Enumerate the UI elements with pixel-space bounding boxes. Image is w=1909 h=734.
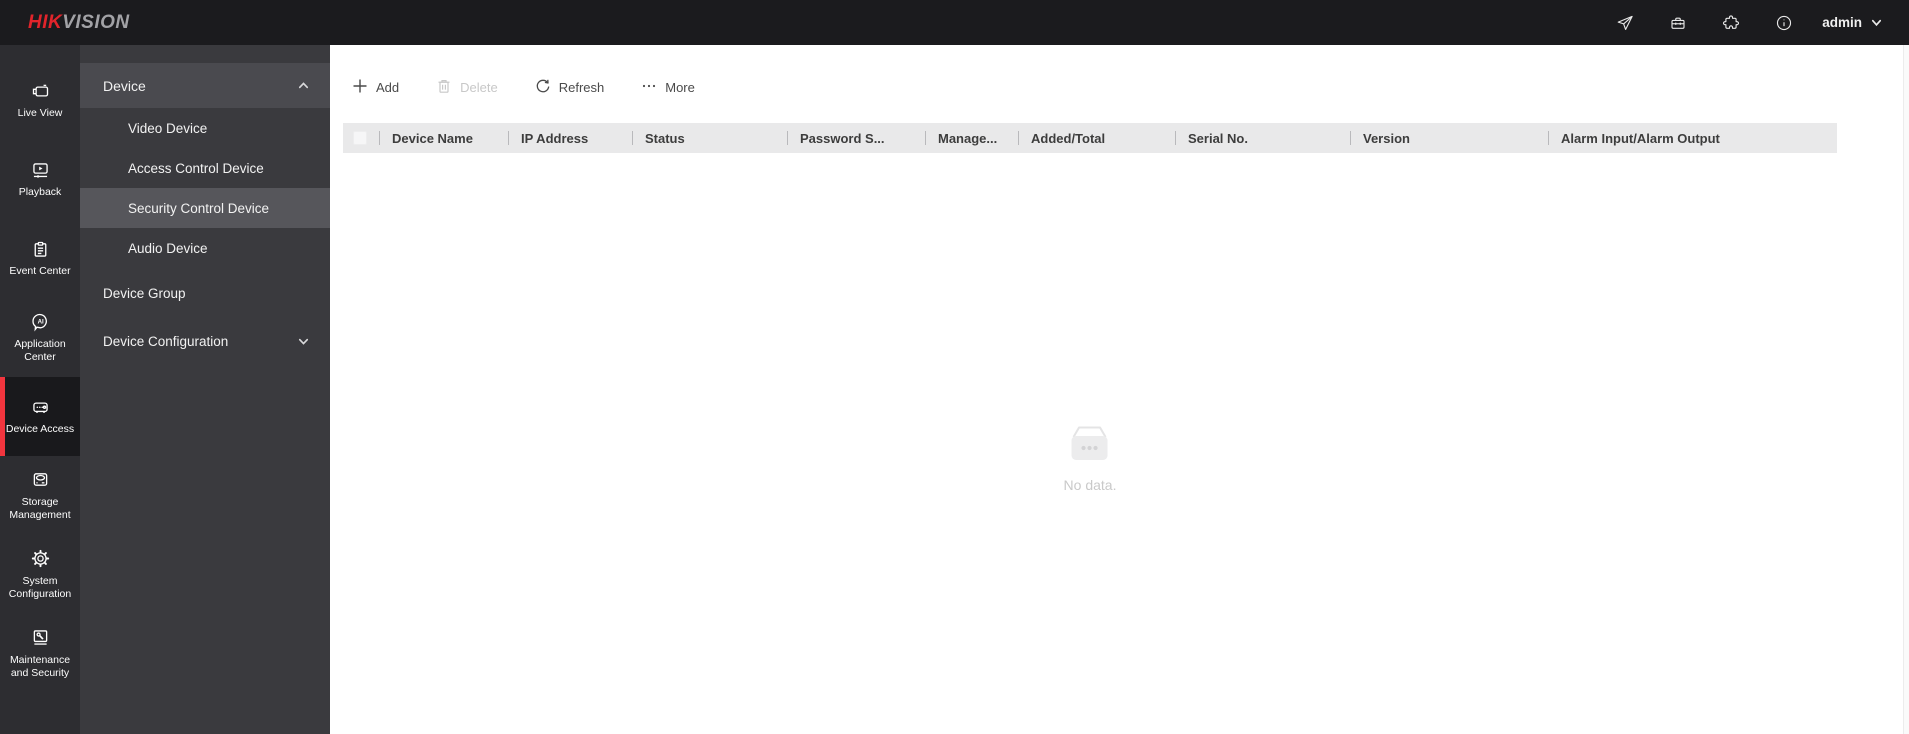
submenu-item-label: Device Group <box>103 285 186 301</box>
column-management[interactable]: Manage... <box>925 123 1018 153</box>
submenu-group-label: Device <box>103 77 146 94</box>
trash-icon <box>436 78 452 97</box>
rail-item-label: Playback <box>18 186 62 199</box>
submenu-item-device-group[interactable]: Device Group <box>80 273 330 313</box>
playback-icon <box>29 159 51 181</box>
ellipsis-icon <box>641 78 657 97</box>
chevron-up-icon <box>297 79 310 92</box>
application-center-icon: AI <box>29 311 51 333</box>
submenu-item-access-control-device[interactable]: Access Control Device <box>80 148 330 188</box>
delete-button-label: Delete <box>460 80 498 95</box>
system-configuration-icon <box>29 548 51 570</box>
rail-item-label: Live View <box>17 107 63 120</box>
refresh-icon <box>535 78 551 97</box>
no-data-text: No data. <box>1063 477 1117 493</box>
device-table-header: Device Name IP Address Status Password S… <box>343 123 1837 153</box>
no-data-icon <box>1065 426 1115 469</box>
rail-item-maintenance-and-security[interactable]: Maintenance and Security <box>0 614 80 693</box>
submenu-item-security-control-device[interactable]: Security Control Device <box>80 188 330 228</box>
chevron-down-icon <box>1870 16 1883 29</box>
refresh-button[interactable]: Refresh <box>535 78 605 97</box>
live-view-icon <box>29 80 51 102</box>
column-password-status[interactable]: Password S... <box>787 123 925 153</box>
rail-item-application-center[interactable]: AI Application Center <box>0 298 80 377</box>
main-nav-rail: Live View Playback Event Center AI Appli… <box>0 45 80 734</box>
rail-item-label: Device Access <box>5 423 75 436</box>
vertical-scrollbar[interactable] <box>1903 45 1909 734</box>
submenu-item-label: Device Configuration <box>103 333 229 349</box>
rail-item-system-configuration[interactable]: System Configuration <box>0 535 80 614</box>
submenu-item-label: Access Control Device <box>128 160 264 176</box>
event-center-icon <box>29 238 51 260</box>
topbar-actions: admin <box>1608 9 1883 37</box>
column-version[interactable]: Version <box>1350 123 1548 153</box>
rail-item-label: Storage Management <box>9 495 71 521</box>
select-all-cell <box>343 123 379 153</box>
more-button-label: More <box>665 80 695 95</box>
top-bar: HIK VISION admin <box>0 0 1909 45</box>
device-list-content: Add Delete Refresh More Device Name IP A… <box>330 45 1909 734</box>
column-device-name[interactable]: Device Name <box>379 123 508 153</box>
rail-item-playback[interactable]: Playback <box>0 140 80 219</box>
svg-text:AI: AI <box>37 319 43 326</box>
rail-item-device-access[interactable]: Device Access <box>0 377 80 456</box>
logo-vision-text: VISION <box>62 11 130 33</box>
delete-button[interactable]: Delete <box>436 78 498 97</box>
column-alarm-input-output[interactable]: Alarm Input/Alarm Output <box>1548 123 1837 153</box>
column-ip-address[interactable]: IP Address <box>508 123 632 153</box>
column-serial-no[interactable]: Serial No. <box>1175 123 1350 153</box>
storage-management-icon <box>29 469 51 491</box>
info-icon[interactable] <box>1767 9 1801 37</box>
column-status[interactable]: Status <box>632 123 787 153</box>
select-all-checkbox[interactable] <box>353 131 367 145</box>
device-access-submenu: Device Video Device Access Control Devic… <box>80 45 330 734</box>
chevron-down-icon <box>297 335 310 348</box>
hikvision-logo: HIK VISION <box>28 12 130 34</box>
user-menu[interactable]: admin <box>1822 15 1883 30</box>
device-access-icon <box>29 396 51 418</box>
empty-state: No data. <box>1063 423 1117 493</box>
maintenance-security-icon <box>29 627 51 649</box>
submenu-item-label: Security Control Device <box>128 200 270 216</box>
add-button-label: Add <box>376 80 400 95</box>
logo-hik-text: HIK <box>28 11 63 33</box>
user-name: admin <box>1822 15 1862 30</box>
submenu-item-label: Audio Device <box>128 240 208 256</box>
rail-item-label: Maintenance and Security <box>9 653 71 679</box>
submenu-item-audio-device[interactable]: Audio Device <box>80 228 330 268</box>
submenu-item-video-device[interactable]: Video Device <box>80 108 330 148</box>
add-button[interactable]: Add <box>352 78 399 97</box>
rail-item-label: System Configuration <box>8 574 72 600</box>
device-toolbar: Add Delete Refresh More <box>352 72 1909 103</box>
submenu-item-device-configuration[interactable]: Device Configuration <box>80 321 330 361</box>
rail-item-label: Application Center <box>14 337 66 363</box>
refresh-button-label: Refresh <box>558 80 605 95</box>
rail-item-event-center[interactable]: Event Center <box>0 219 80 298</box>
toolbox-icon[interactable] <box>1661 9 1695 37</box>
plugin-icon[interactable] <box>1714 9 1748 37</box>
rail-item-storage-management[interactable]: Storage Management <box>0 456 80 535</box>
rail-item-label: Event Center <box>9 265 71 278</box>
column-added-total[interactable]: Added/Total <box>1018 123 1175 153</box>
submenu-item-label: Video Device <box>128 120 208 136</box>
send-icon[interactable] <box>1608 9 1642 37</box>
plus-icon <box>352 78 368 97</box>
more-button[interactable]: More <box>641 78 695 97</box>
rail-item-live-view[interactable]: Live View <box>0 61 80 140</box>
submenu-group-device[interactable]: Device <box>80 63 330 108</box>
